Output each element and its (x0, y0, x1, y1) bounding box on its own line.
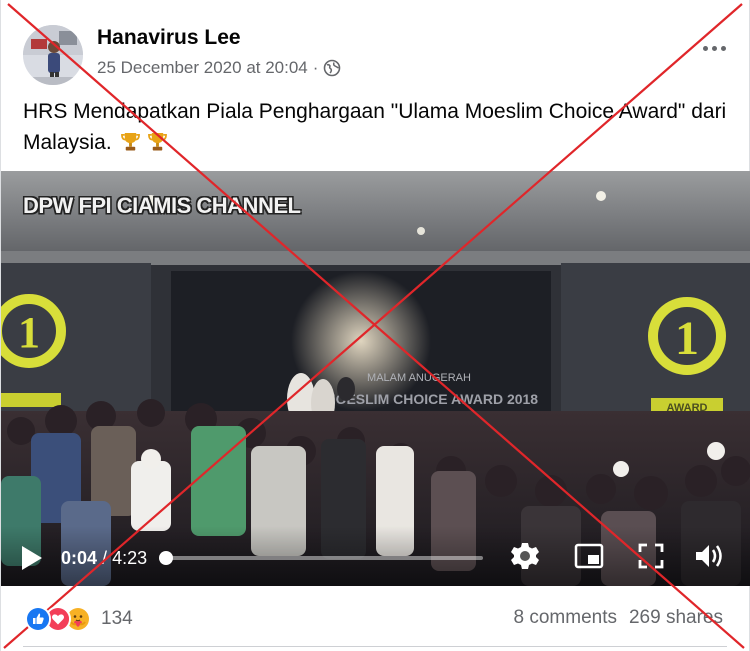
stage-text-bottom: MOESLIM CHOICE AWARD 2018 (324, 391, 538, 407)
reactions-summary[interactable]: 134 (25, 605, 133, 633)
stage-text-top: MALAM ANUGERAH (367, 372, 471, 384)
video-player[interactable]: 1 1 AWARD MALAM ANUGERAH MOESLIM CHOICE … (1, 171, 750, 586)
author-name[interactable]: Hanavirus Lee (97, 26, 241, 50)
trophy-icon (148, 132, 168, 151)
post-text: HRS Mendapatkan Piala Penghargaan "Ulama… (23, 96, 733, 158)
footer-divider (23, 646, 727, 647)
logo-number-right: 1 (675, 312, 699, 365)
video-watermark: DPW FPI CIAMIS CHANNEL (23, 193, 301, 218)
post-timestamp[interactable]: 25 December 2020 at 20:04 (97, 58, 308, 78)
like-icon (25, 606, 51, 632)
volume-icon[interactable] (693, 540, 725, 572)
author-avatar[interactable] (23, 25, 83, 85)
fullscreen-icon[interactable] (635, 540, 667, 572)
engagement-stats: 8 comments 269 shares (514, 607, 724, 629)
logo-number-left: 1 (18, 308, 40, 357)
more-options-button[interactable] (699, 38, 729, 58)
globe-icon[interactable] (323, 59, 341, 77)
dot-icon (711, 45, 717, 51)
shares-count-link[interactable]: 269 shares (629, 607, 723, 629)
dot-icon (702, 45, 708, 51)
facebook-post-card: Hanavirus Lee 25 December 2020 at 20:04 … (0, 0, 750, 651)
picture-in-picture-icon[interactable] (573, 540, 605, 572)
video-controls: 0:04 / 4:23 (1, 526, 750, 586)
meta-separator: · (312, 58, 319, 77)
current-time: 0:04 (61, 548, 98, 568)
video-progress-bar[interactable] (158, 551, 483, 565)
reaction-count: 134 (101, 608, 133, 629)
video-time: 0:04 / 4:23 (61, 548, 147, 569)
comments-count-link[interactable]: 8 comments (514, 607, 617, 629)
progress-handle[interactable] (158, 551, 173, 565)
play-icon[interactable] (19, 544, 45, 572)
video-duration: 4:23 (112, 548, 148, 568)
avatar-photo (23, 25, 83, 85)
trophy-icon (120, 132, 140, 151)
dot-icon (720, 45, 726, 51)
gear-icon[interactable] (509, 540, 541, 572)
post-meta: 25 December 2020 at 20:04 · (97, 58, 341, 78)
video-frame: 1 1 AWARD MALAM ANUGERAH MOESLIM CHOICE … (1, 171, 750, 586)
time-separator: / (102, 548, 108, 568)
